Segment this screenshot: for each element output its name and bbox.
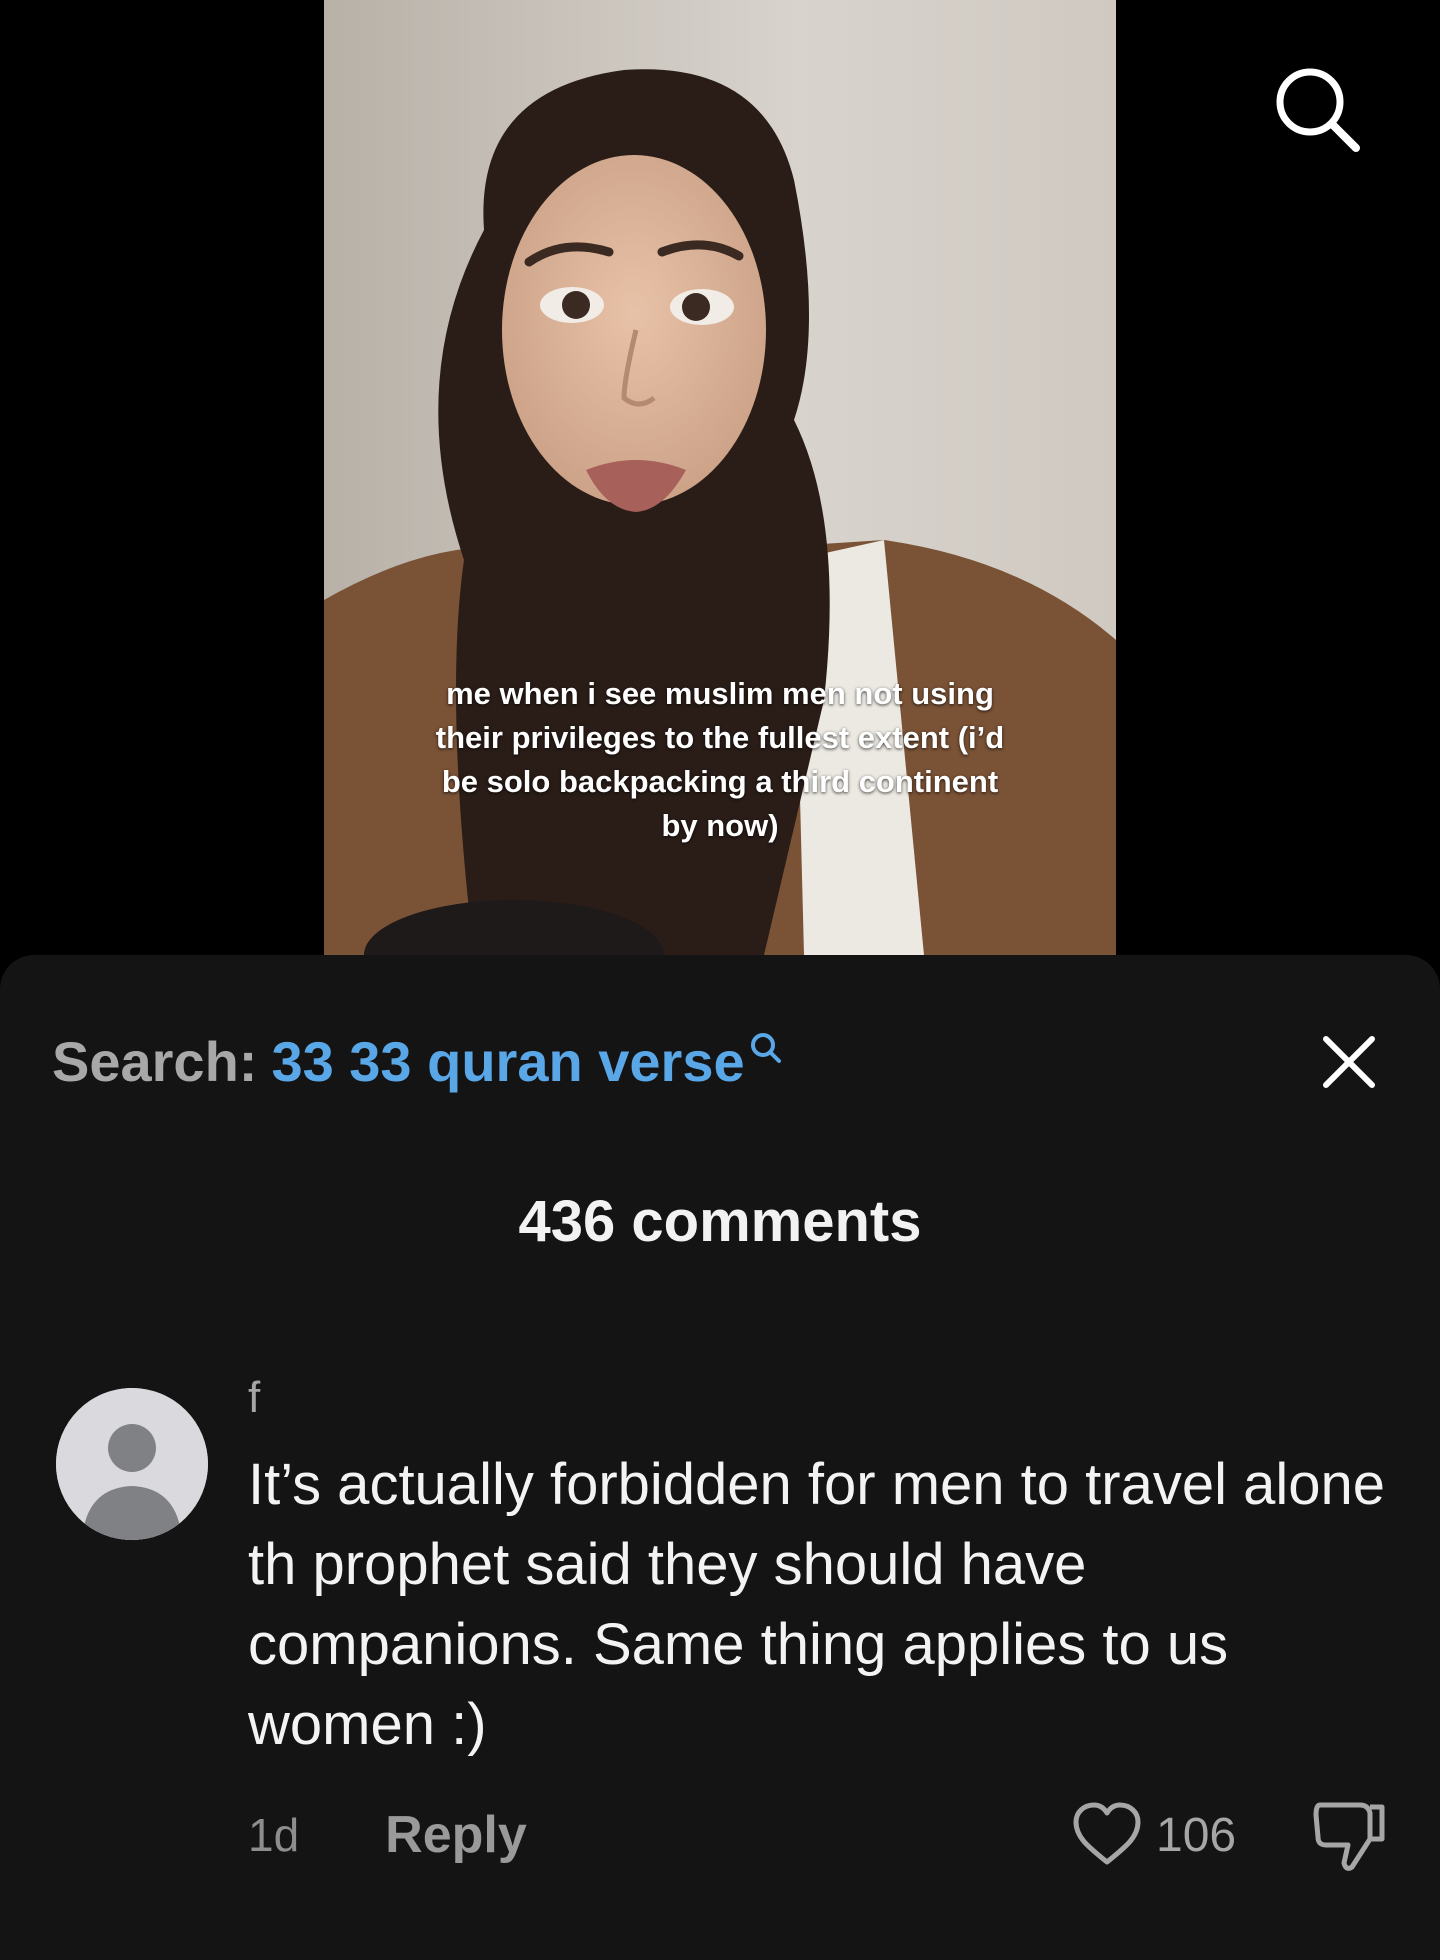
comment-timestamp: 1d <box>248 1809 300 1861</box>
comment-count: 436 comments <box>518 1189 922 1254</box>
avatar-placeholder-icon <box>56 1388 208 1540</box>
search-query-link[interactable]: 33 33 quran verse <box>271 1027 744 1097</box>
comment-meta: 1d Reply <box>248 1795 527 1875</box>
close-icon[interactable] <box>1318 1031 1380 1093</box>
search-icon[interactable] <box>1270 62 1366 158</box>
comment-username[interactable]: f <box>248 1370 260 1426</box>
related-search-row[interactable]: Search: 33 33 quran verse <box>52 1027 783 1097</box>
like-group: 106 <box>1070 1793 1236 1877</box>
comments-sheet: Search: 33 33 quran verse 436 comments f… <box>0 955 1440 1960</box>
search-label: Search: <box>52 1030 258 1093</box>
like-count: 106 <box>1156 1808 1237 1862</box>
video-area: me when i see muslim men not using their… <box>0 0 1440 1000</box>
search-icon[interactable] <box>749 1031 783 1065</box>
thumbs-down-icon[interactable] <box>1312 1793 1388 1877</box>
avatar[interactable] <box>56 1388 208 1540</box>
reply-button[interactable]: Reply <box>385 1805 527 1865</box>
video-player[interactable]: me when i see muslim men not using their… <box>324 0 1116 955</box>
heart-icon[interactable] <box>1070 1800 1144 1870</box>
comment-text: It’s actually forbidden for men to trave… <box>248 1452 1386 1757</box>
video-caption: me when i see muslim men not using their… <box>435 676 1005 843</box>
